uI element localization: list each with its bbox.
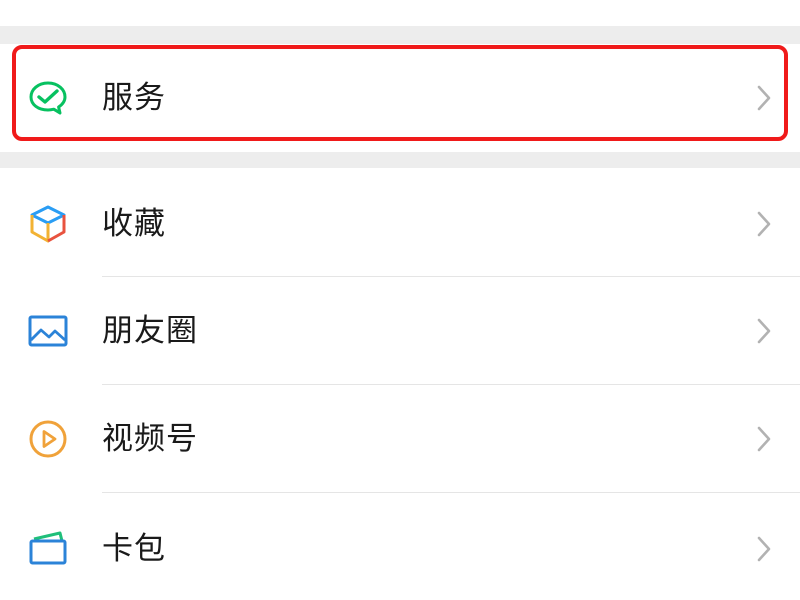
chevron-right-icon xyxy=(756,535,772,563)
moments-picture-icon xyxy=(26,309,70,353)
wechat-pay-check-icon xyxy=(26,76,70,120)
channels-play-icon xyxy=(26,417,70,461)
menu-item-label: 视频号 xyxy=(102,421,198,457)
menu-item-service[interactable]: 服务 xyxy=(0,44,800,152)
favorites-cube-icon xyxy=(26,202,70,246)
menu-group: 收藏 朋友圈 视频号 卡包 xyxy=(0,168,800,600)
chevron-right-icon xyxy=(756,317,772,345)
menu-item-channels[interactable]: 视频号 xyxy=(0,385,800,493)
chevron-right-icon xyxy=(756,84,772,112)
menu-item-label: 收藏 xyxy=(102,206,166,242)
menu-item-label: 卡包 xyxy=(102,531,166,567)
menu-item-label: 服务 xyxy=(102,80,166,116)
menu-item-favorites[interactable]: 收藏 xyxy=(0,168,800,276)
section-gap-top xyxy=(0,26,800,44)
menu-item-label: 朋友圈 xyxy=(102,313,198,349)
chevron-right-icon xyxy=(756,210,772,238)
menu-item-moments[interactable]: 朋友圈 xyxy=(0,277,800,385)
section-gap xyxy=(0,152,800,168)
card-wallet-icon xyxy=(26,527,70,571)
chevron-right-icon xyxy=(756,425,772,453)
top-panel xyxy=(0,0,800,26)
menu-item-card-wallet[interactable]: 卡包 xyxy=(0,493,800,600)
